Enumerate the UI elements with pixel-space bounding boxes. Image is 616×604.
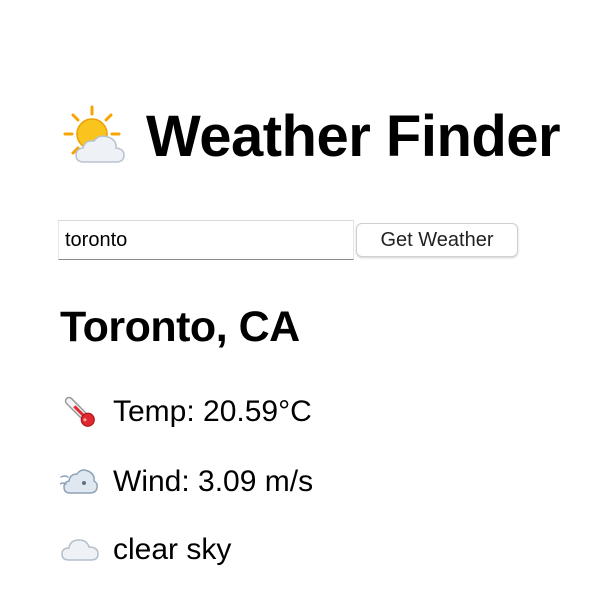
temperature-row: Temp: 20.59°C: [60, 392, 312, 432]
wind-row: Wind: 3.09 m/s: [59, 462, 314, 502]
wind-text: Wind: 3.09 m/s: [113, 465, 314, 498]
search-bar: Get Weather: [58, 220, 518, 260]
weather-finder-page: Weather Finder Get Weather Toronto, CA T…: [0, 0, 616, 604]
get-weather-button[interactable]: Get Weather: [356, 223, 518, 257]
wind-face-icon: [59, 462, 100, 502]
city-search-input[interactable]: [58, 220, 354, 260]
thermometer-icon: [60, 392, 100, 432]
description-text: clear sky: [113, 533, 232, 566]
description-row: clear sky: [60, 530, 231, 570]
result-city-name: Toronto, CA: [60, 303, 300, 351]
temperature-text: Temp: 20.59°C: [113, 395, 312, 428]
app-title-text: Weather Finder: [146, 104, 561, 169]
cloud-icon: [60, 530, 100, 570]
app-title: Weather Finder: [62, 104, 561, 170]
sun-behind-cloud-icon: [62, 104, 128, 170]
